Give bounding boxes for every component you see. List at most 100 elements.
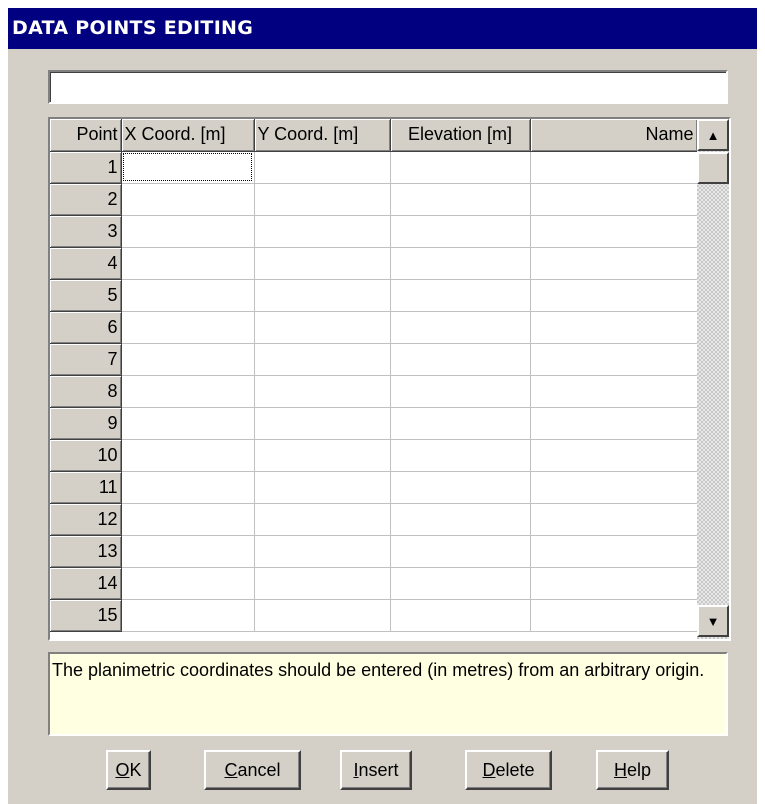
insert-button[interactable]: Insert [340,750,412,790]
name-cell[interactable] [530,567,697,600]
column-header-point[interactable]: Point [50,119,122,152]
y-coord-cell[interactable] [254,535,391,568]
scroll-down-button[interactable]: ▼ [697,605,729,637]
column-header-name[interactable]: Name [530,119,697,152]
y-coord-cell[interactable] [254,215,391,248]
x-coord-cell[interactable] [121,151,255,184]
x-coord-cell[interactable] [121,183,255,216]
name-cell[interactable] [530,599,697,632]
table-row: 8 [50,375,697,408]
column-header-elevation[interactable]: Elevation [m] [390,119,531,152]
column-header-x-coord[interactable]: X Coord. [m] [121,119,255,152]
name-cell[interactable] [530,471,697,504]
points-table: Point X Coord. [m] Y Coord. [m] Elevatio… [50,119,697,632]
ok-button[interactable]: OK [106,750,151,790]
row-header-point-number[interactable]: 6 [50,311,122,344]
y-coord-cell[interactable] [254,279,391,312]
elevation-cell[interactable] [390,183,531,216]
x-coord-cell[interactable] [121,407,255,440]
elevation-cell[interactable] [390,535,531,568]
row-header-point-number[interactable]: 7 [50,343,122,376]
name-cell[interactable] [530,215,697,248]
point-search-field[interactable] [48,70,728,104]
x-coord-cell[interactable] [121,343,255,376]
y-coord-cell[interactable] [254,183,391,216]
help-mnemonic: H [613,759,627,780]
scroll-thumb[interactable] [697,152,729,184]
y-coord-cell[interactable] [254,343,391,376]
name-cell[interactable] [530,439,697,472]
y-coord-cell[interactable] [254,599,391,632]
name-cell[interactable] [530,183,697,216]
elevation-cell[interactable] [390,407,531,440]
elevation-cell[interactable] [390,439,531,472]
name-cell[interactable] [530,343,697,376]
dialog-title: DATA POINTS EDITING [8,8,757,49]
x-coord-cell[interactable] [121,279,255,312]
name-cell[interactable] [530,375,697,408]
cancel-mnemonic: C [224,759,238,780]
table-row: 11 [50,471,697,504]
name-cell[interactable] [530,535,697,568]
row-header-point-number[interactable]: 13 [50,535,122,568]
elevation-cell[interactable] [390,247,531,280]
name-cell[interactable] [530,151,697,184]
row-header-point-number[interactable]: 9 [50,407,122,440]
x-coord-cell[interactable] [121,503,255,536]
x-coord-cell[interactable] [121,247,255,280]
elevation-cell[interactable] [390,567,531,600]
table-row: 10 [50,439,697,472]
name-cell[interactable] [530,311,697,344]
elevation-cell[interactable] [390,503,531,536]
scroll-up-button[interactable]: ▲ [697,119,729,151]
x-coord-cell[interactable] [121,471,255,504]
y-coord-cell[interactable] [254,439,391,472]
elevation-cell[interactable] [390,599,531,632]
name-cell[interactable] [530,503,697,536]
elevation-cell[interactable] [390,151,531,184]
x-coord-cell[interactable] [121,439,255,472]
y-coord-cell[interactable] [254,151,391,184]
name-cell[interactable] [530,407,697,440]
x-coord-cell[interactable] [121,599,255,632]
row-header-point-number[interactable]: 12 [50,503,122,536]
x-coord-cell[interactable] [121,215,255,248]
name-cell[interactable] [530,247,697,280]
table-row: 3 [50,215,697,248]
vertical-scrollbar[interactable]: ▲ ▼ [697,119,729,639]
y-coord-cell[interactable] [254,407,391,440]
row-header-point-number[interactable]: 14 [50,567,122,600]
row-header-point-number[interactable]: 4 [50,247,122,280]
delete-button[interactable]: Delete [465,750,552,790]
y-coord-cell[interactable] [254,375,391,408]
x-coord-cell[interactable] [121,311,255,344]
x-coord-cell[interactable] [121,567,255,600]
row-header-point-number[interactable]: 1 [50,151,122,184]
elevation-cell[interactable] [390,471,531,504]
row-header-point-number[interactable]: 15 [50,599,122,632]
column-header-y-coord[interactable]: Y Coord. [m] [254,119,391,152]
table-row: 1 [50,151,697,184]
elevation-cell[interactable] [390,215,531,248]
row-header-point-number[interactable]: 11 [50,471,122,504]
y-coord-cell[interactable] [254,567,391,600]
y-coord-cell[interactable] [254,311,391,344]
cancel-label: ancel [237,759,281,780]
elevation-cell[interactable] [390,375,531,408]
row-header-point-number[interactable]: 2 [50,183,122,216]
row-header-point-number[interactable]: 8 [50,375,122,408]
name-cell[interactable] [530,279,697,312]
help-button[interactable]: Help [596,750,669,790]
row-header-point-number[interactable]: 10 [50,439,122,472]
elevation-cell[interactable] [390,343,531,376]
elevation-cell[interactable] [390,279,531,312]
y-coord-cell[interactable] [254,471,391,504]
x-coord-cell[interactable] [121,535,255,568]
elevation-cell[interactable] [390,311,531,344]
row-header-point-number[interactable]: 3 [50,215,122,248]
row-header-point-number[interactable]: 5 [50,279,122,312]
y-coord-cell[interactable] [254,247,391,280]
cancel-button[interactable]: Cancel [204,750,301,790]
y-coord-cell[interactable] [254,503,391,536]
x-coord-cell[interactable] [121,375,255,408]
